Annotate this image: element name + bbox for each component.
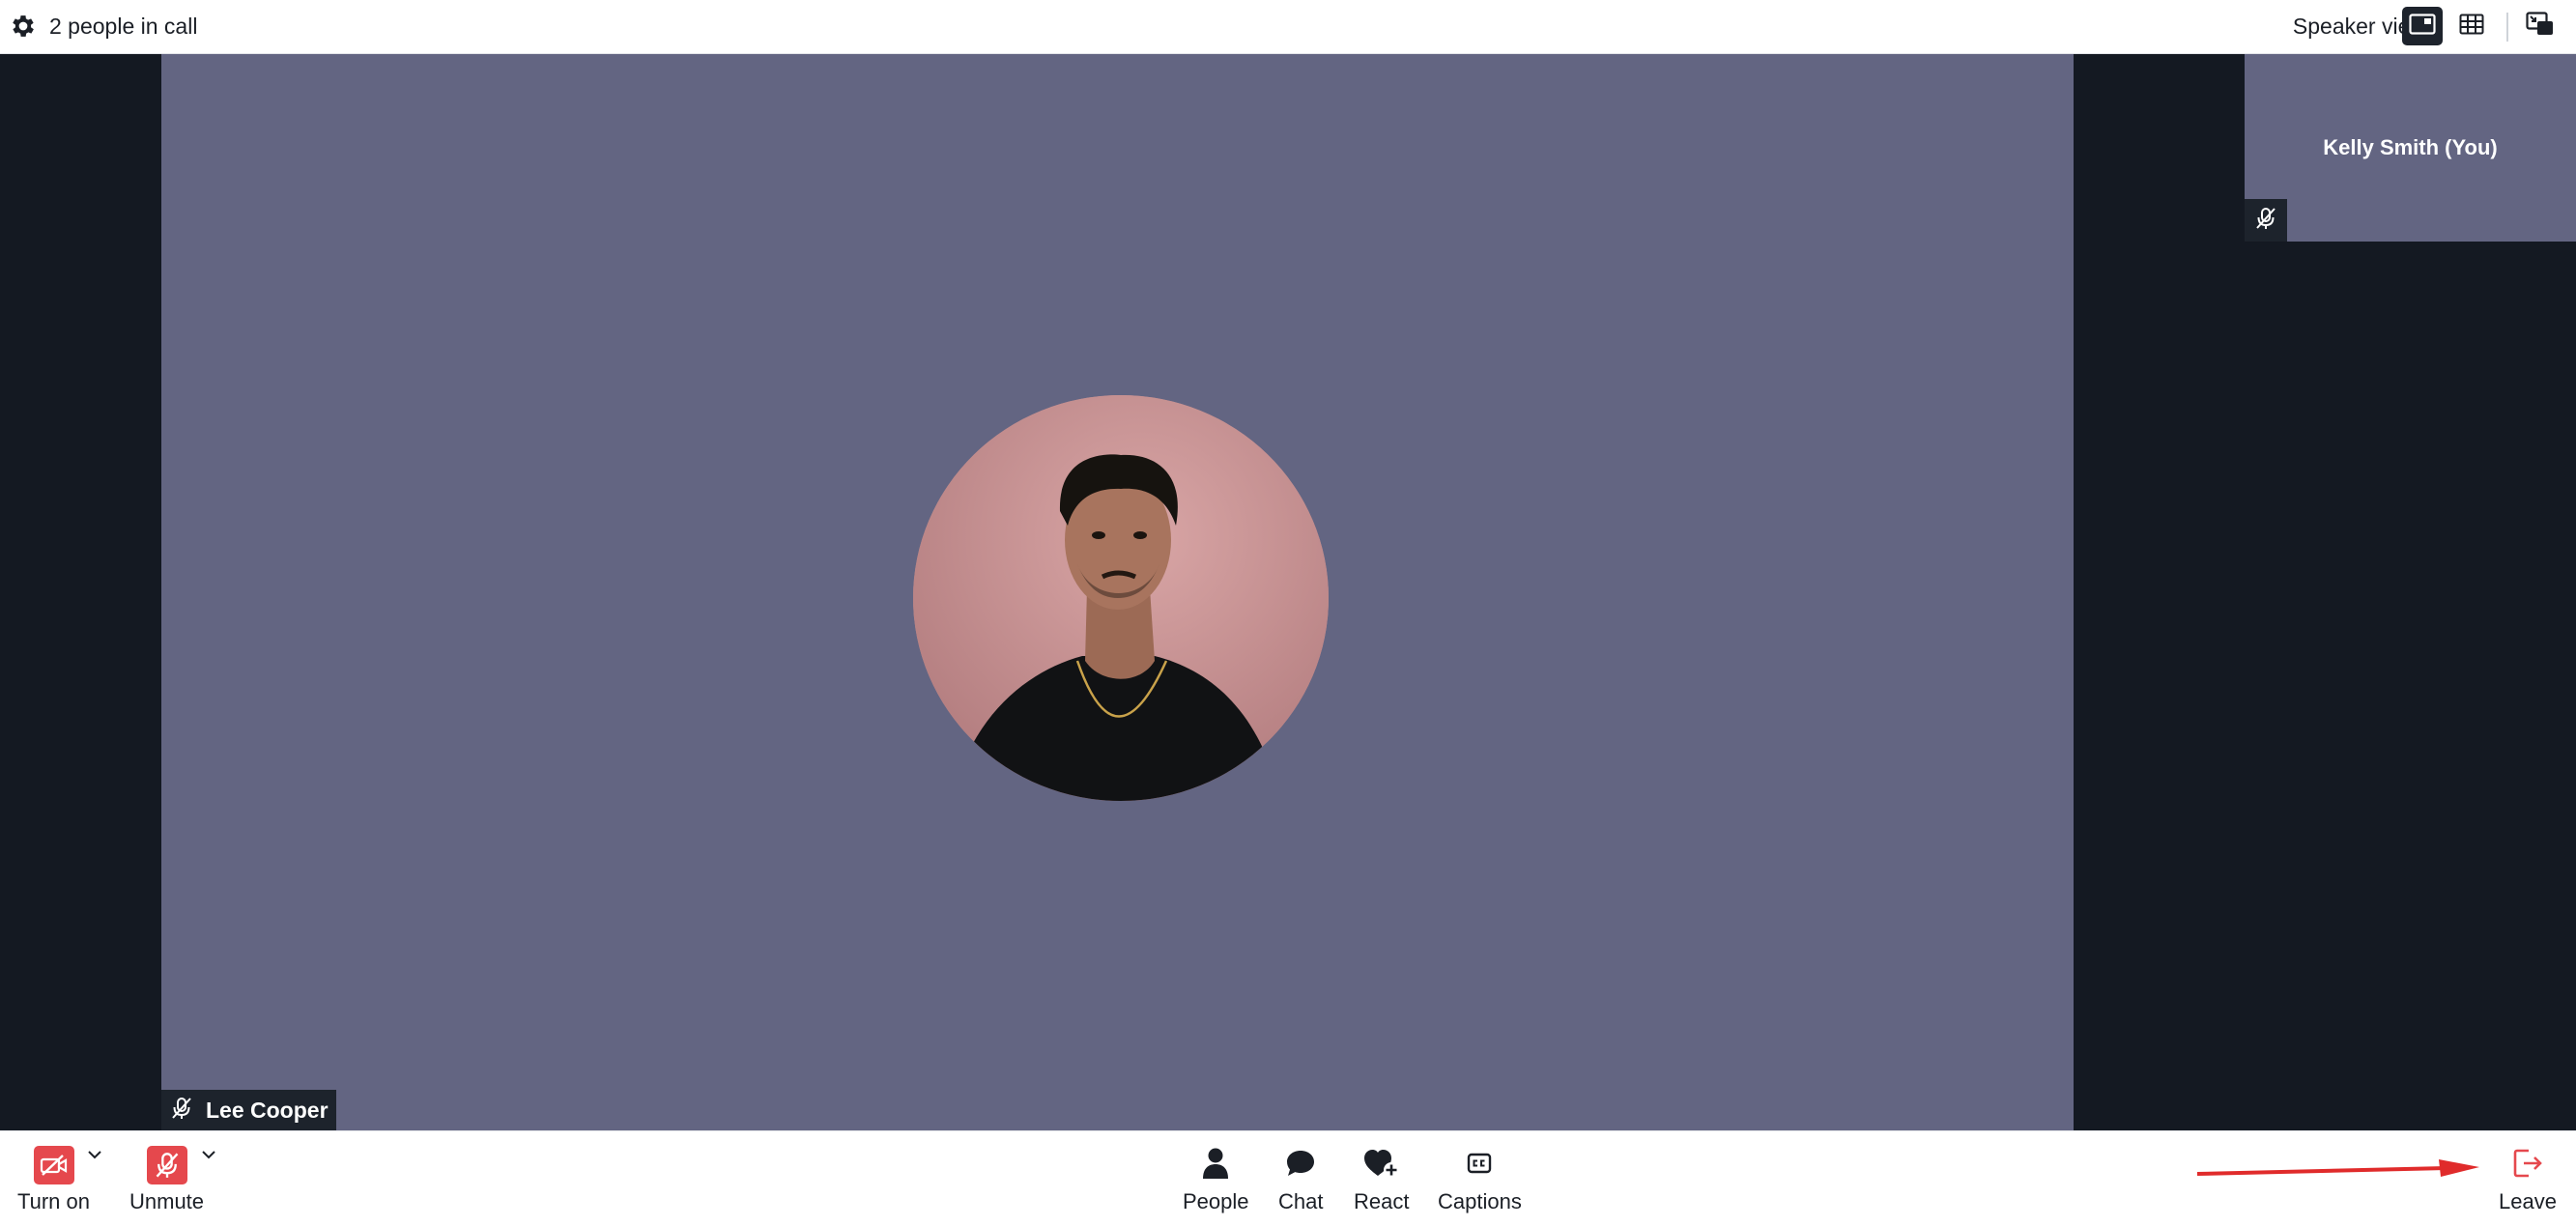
heart-plus-icon bbox=[1363, 1148, 1400, 1184]
chat-bubble-icon bbox=[1285, 1149, 1316, 1183]
picture-in-picture-button[interactable] bbox=[2520, 7, 2561, 45]
chevron-down-icon[interactable] bbox=[85, 1147, 104, 1162]
grid-view-icon bbox=[2459, 14, 2484, 40]
mic-off-icon bbox=[146, 1146, 187, 1184]
microphone-button[interactable]: Unmute bbox=[129, 1145, 204, 1214]
annotation-arrow bbox=[2197, 1159, 2479, 1177]
picture-in-picture-icon bbox=[2526, 11, 2555, 42]
speaker-view-button[interactable] bbox=[2402, 7, 2443, 45]
self-participant-tile[interactable]: Kelly Smith (You) bbox=[2245, 54, 2576, 242]
avatar bbox=[913, 395, 1329, 801]
captions-label: Captions bbox=[1438, 1189, 1522, 1213]
chevron-down-icon[interactable] bbox=[199, 1147, 218, 1162]
react-label: React bbox=[1354, 1189, 1410, 1213]
call-stage: Lee Cooper Kelly Smith (You) bbox=[0, 54, 2576, 1130]
camera-label: Turn on bbox=[17, 1189, 91, 1213]
people-label: People bbox=[1183, 1189, 1249, 1213]
grid-view-button[interactable] bbox=[2451, 7, 2492, 45]
chat-button[interactable]: Chat bbox=[1278, 1145, 1323, 1214]
self-participant-name: Kelly Smith (You) bbox=[2323, 135, 2498, 159]
gear-icon[interactable] bbox=[9, 12, 38, 41]
speaker-view-icon bbox=[2409, 13, 2436, 40]
video-off-icon bbox=[33, 1146, 74, 1184]
chat-label: Chat bbox=[1278, 1189, 1324, 1213]
control-bar: Turn on Unmute People Chat React Caption… bbox=[0, 1130, 2576, 1227]
mic-off-icon bbox=[2255, 207, 2276, 235]
participant-count: 2 people in call bbox=[49, 14, 198, 39]
cc-icon bbox=[1467, 1153, 1492, 1179]
microphone-label: Unmute bbox=[129, 1189, 205, 1213]
top-bar: 2 people in call Speaker view bbox=[0, 0, 2576, 54]
toolbar-divider bbox=[2506, 13, 2508, 42]
leave-label: Leave bbox=[2499, 1189, 2557, 1213]
leave-button[interactable]: Leave bbox=[2499, 1145, 2557, 1214]
people-button[interactable]: People bbox=[1183, 1145, 1249, 1214]
react-button[interactable]: React bbox=[1354, 1145, 1409, 1214]
leave-icon bbox=[2511, 1147, 2544, 1184]
participant-name: Lee Cooper bbox=[206, 1097, 329, 1123]
captions-button[interactable]: Captions bbox=[1438, 1145, 1522, 1214]
mic-off-icon bbox=[171, 1097, 192, 1125]
person-icon bbox=[1201, 1147, 1230, 1184]
main-participant-tile[interactable]: Lee Cooper bbox=[161, 54, 2074, 1130]
self-mic-status bbox=[2245, 199, 2287, 242]
camera-button[interactable]: Turn on bbox=[17, 1145, 90, 1214]
participant-name-tag: Lee Cooper bbox=[161, 1090, 336, 1130]
